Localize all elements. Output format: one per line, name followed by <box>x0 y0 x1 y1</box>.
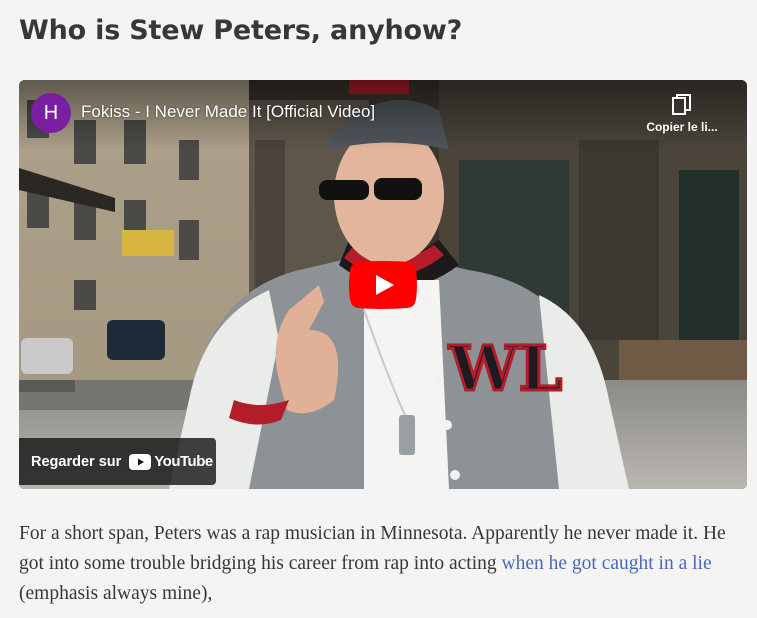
copy-link-label: Copier le li... <box>646 120 718 134</box>
youtube-embed[interactable]: WL H Fokiss - I Never Made It [Official … <box>19 80 747 489</box>
play-button[interactable] <box>349 261 417 309</box>
caught-in-a-lie-link[interactable]: when he got caught in a lie <box>502 553 712 574</box>
copy-icon <box>672 94 691 115</box>
jacket-letters: WL <box>448 332 562 405</box>
video-title-link[interactable]: Fokiss - I Never Made It [Official Video… <box>81 100 375 124</box>
youtube-logo-icon <box>129 453 152 470</box>
paragraph-text-end: (emphasis always mine), <box>19 583 213 604</box>
youtube-wordmark: YouTube <box>154 453 213 470</box>
channel-avatar[interactable]: H <box>31 93 71 133</box>
watch-on-label: Regarder sur <box>31 453 122 470</box>
watch-on-youtube-button[interactable]: Regarder sur YouTube <box>19 438 216 485</box>
copy-link-button[interactable]: Copier le li... <box>627 94 737 134</box>
article-heading: Who is Stew Peters, anyhow? <box>19 15 463 46</box>
youtube-logo: YouTube <box>129 453 213 470</box>
article-paragraph: For a short span, Peters was a rap music… <box>19 519 739 609</box>
